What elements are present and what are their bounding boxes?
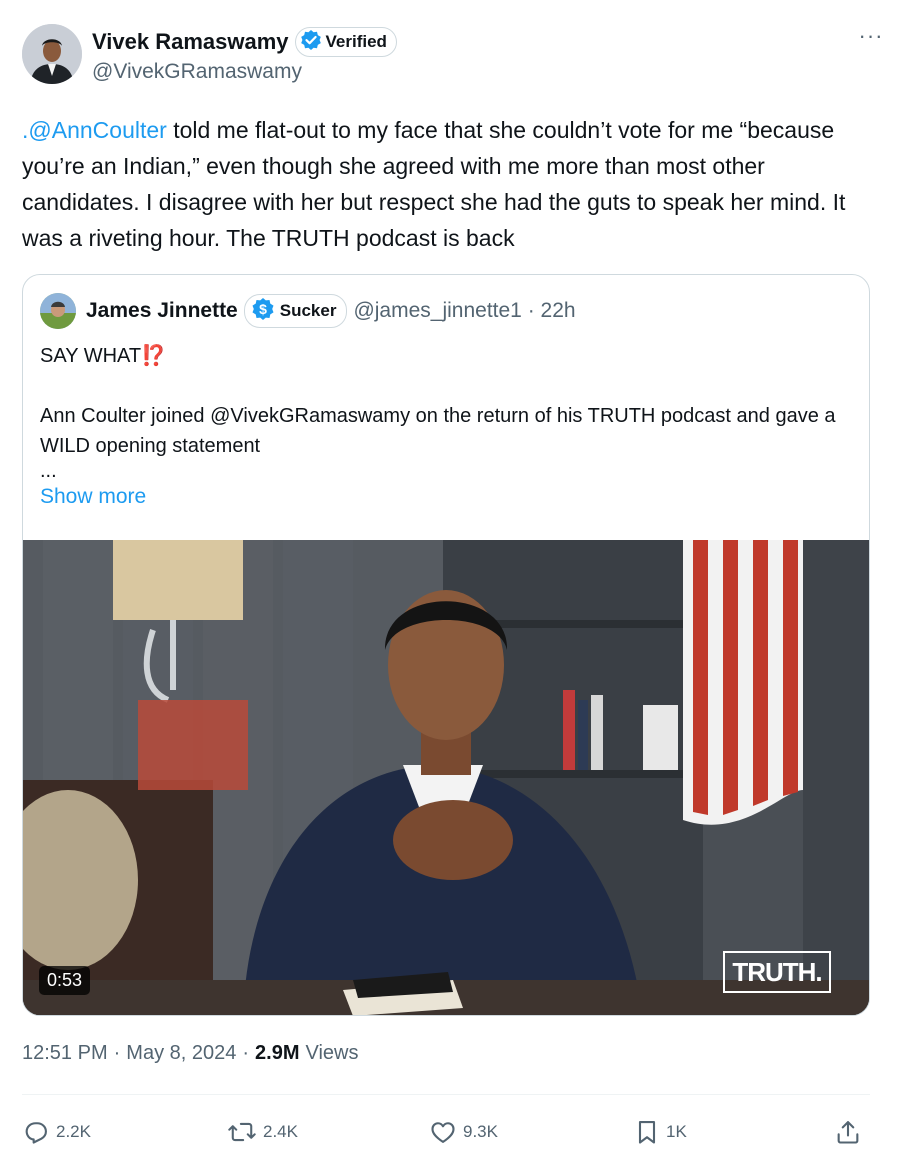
quote-line-3: ... bbox=[40, 460, 57, 482]
quote-spacer bbox=[40, 371, 850, 401]
quote-line-1-text: SAY WHAT bbox=[40, 345, 142, 367]
reply-icon bbox=[22, 1118, 50, 1146]
video-duration: 0:53 bbox=[39, 966, 91, 995]
quote-line-1: SAY WHAT⁉️ bbox=[40, 341, 850, 371]
exclamation-question-icon: ⁉️ bbox=[141, 345, 167, 367]
tweet-meta: 12:51 PM · May 8, 2024 · 2.9M Views bbox=[22, 1042, 359, 1065]
sucker-badge[interactable]: $ Sucker bbox=[243, 294, 348, 328]
quote-avatar[interactable] bbox=[40, 293, 76, 329]
reply-count: 2.2K bbox=[56, 1122, 91, 1141]
meta-separator: · bbox=[242, 1042, 250, 1064]
heart-icon bbox=[429, 1118, 457, 1146]
mention-link[interactable]: .@AnnCoulter bbox=[22, 117, 167, 143]
retweet-count: 2.4K bbox=[263, 1122, 298, 1141]
verified-badge[interactable]: Verified bbox=[294, 27, 397, 57]
share-button[interactable] bbox=[834, 1114, 862, 1150]
more-options-icon[interactable]: ··· bbox=[856, 25, 886, 50]
quote-handle-time[interactable]: @james_jinnette1 · 22h bbox=[353, 299, 575, 323]
meta-separator: · bbox=[113, 1042, 121, 1064]
bookmark-count: 1K bbox=[666, 1122, 687, 1141]
quote-header: James Jinnette $ Sucker @james_jinnette1… bbox=[40, 293, 576, 329]
share-icon bbox=[834, 1118, 862, 1146]
show-more-link[interactable]: Show more bbox=[40, 485, 146, 509]
author-info: Vivek Ramaswamy Verified @VivekGRamaswam… bbox=[92, 27, 397, 84]
tweet-date[interactable]: May 8, 2024 bbox=[126, 1042, 236, 1065]
dollar-icon: $ bbox=[251, 297, 275, 326]
quote-line-2: Ann Coulter joined @VivekGRamaswamy on t… bbox=[40, 405, 836, 457]
svg-text:$: $ bbox=[259, 301, 267, 317]
like-count: 9.3K bbox=[463, 1122, 498, 1141]
author-avatar[interactable] bbox=[22, 24, 82, 84]
tweet-header: Vivek Ramaswamy Verified @VivekGRamaswam… bbox=[22, 22, 886, 86]
video-thumbnail bbox=[23, 540, 869, 1015]
verified-label: Verified bbox=[325, 32, 387, 51]
views-count: 2.9M bbox=[255, 1042, 300, 1064]
tweet-text: .@AnnCoulter told me flat-out to my face… bbox=[22, 112, 882, 256]
action-bar: 2.2K 2.4K 9.3K 1K bbox=[22, 1114, 870, 1150]
views-label: Views bbox=[305, 1042, 359, 1064]
divider bbox=[22, 1094, 870, 1095]
video-player[interactable]: 0:53 TRUTH. bbox=[23, 540, 869, 1015]
author-name[interactable]: Vivek Ramaswamy bbox=[92, 29, 289, 55]
like-button[interactable]: 9.3K bbox=[429, 1114, 498, 1150]
quote-author-name[interactable]: James Jinnette bbox=[86, 299, 238, 323]
bookmark-icon bbox=[634, 1118, 660, 1146]
tweet-time[interactable]: 12:51 PM bbox=[22, 1042, 108, 1065]
quoted-tweet[interactable]: James Jinnette $ Sucker @james_jinnette1… bbox=[22, 274, 870, 1016]
author-handle[interactable]: @VivekGRamaswamy bbox=[92, 60, 397, 84]
bookmark-button[interactable]: 1K bbox=[634, 1114, 687, 1150]
verified-check-icon bbox=[300, 29, 322, 56]
reply-button[interactable]: 2.2K bbox=[22, 1114, 91, 1150]
retweet-button[interactable]: 2.4K bbox=[227, 1114, 298, 1150]
truth-logo: TRUTH. bbox=[723, 951, 831, 993]
sucker-label: Sucker bbox=[279, 301, 337, 320]
retweet-icon bbox=[227, 1118, 257, 1146]
quote-text: SAY WHAT⁉️ Ann Coulter joined @VivekGRam… bbox=[40, 341, 850, 491]
